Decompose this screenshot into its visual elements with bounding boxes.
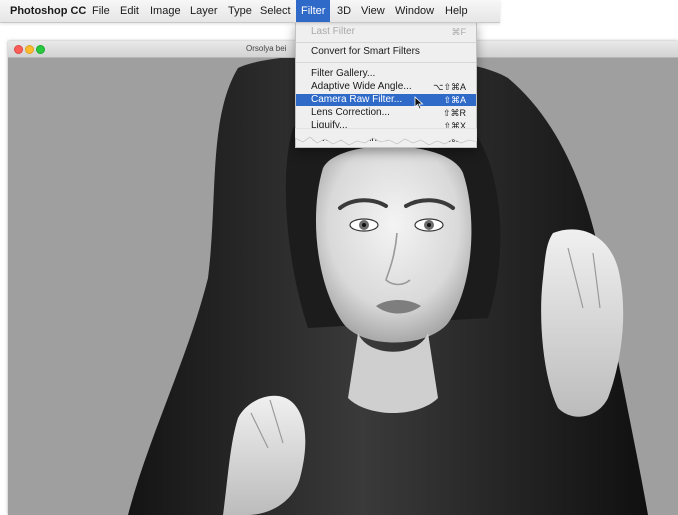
menu-item-label: Last Filter bbox=[311, 26, 355, 37]
menu-item-shortcut: ⌥⇧⌘A bbox=[433, 82, 466, 92]
menu-item-label: Filter Gallery... bbox=[311, 68, 376, 79]
menu-filter[interactable]: Filter bbox=[296, 0, 331, 22]
menu-type[interactable]: Type bbox=[228, 0, 252, 22]
menu-item-lens-correction[interactable]: Lens Correction... ⇧⌘R bbox=[296, 107, 476, 119]
menu-item-camera-raw-filter[interactable]: Camera Raw Filter... ⇧⌘A bbox=[296, 94, 476, 106]
menu-item-filter-gallery[interactable]: Filter Gallery... bbox=[296, 68, 476, 80]
menu-edit[interactable]: Edit bbox=[120, 0, 139, 22]
menu-app-name[interactable]: Photoshop CC bbox=[10, 0, 86, 22]
menu-file[interactable]: File bbox=[92, 0, 110, 22]
menu-select[interactable]: Select bbox=[260, 0, 291, 22]
document-title: Orsolya bei bbox=[246, 44, 287, 53]
menu-3d[interactable]: 3D bbox=[337, 0, 351, 22]
window-minimize-button[interactable] bbox=[25, 45, 34, 54]
menu-item-label: Camera Raw Filter... bbox=[311, 94, 403, 105]
menu-item-label: Lens Correction... bbox=[311, 107, 390, 118]
menu-separator bbox=[296, 42, 476, 43]
menu-item-shortcut: ⌘F bbox=[451, 27, 467, 37]
menu-item-shortcut: ⇧⌘A bbox=[443, 95, 466, 105]
menu-image[interactable]: Image bbox=[150, 0, 181, 22]
menu-window[interactable]: Window bbox=[395, 0, 434, 22]
menu-item-shortcut: ⇧⌘R bbox=[442, 108, 466, 118]
window-close-button[interactable] bbox=[14, 45, 23, 54]
menu-bar: Photoshop CC File Edit Image Layer Type … bbox=[0, 0, 500, 23]
window-zoom-button[interactable] bbox=[36, 45, 45, 54]
torn-edge-decoration bbox=[295, 128, 477, 146]
mouse-pointer-icon bbox=[414, 96, 424, 110]
menu-view[interactable]: View bbox=[361, 0, 385, 22]
menu-item-label: Adaptive Wide Angle... bbox=[311, 81, 412, 92]
menu-separator bbox=[296, 62, 476, 63]
menu-item-convert-smart-filters[interactable]: Convert for Smart Filters bbox=[296, 46, 476, 58]
menu-item-label: Convert for Smart Filters bbox=[311, 46, 420, 57]
menu-item-adaptive-wide-angle[interactable]: Adaptive Wide Angle... ⌥⇧⌘A bbox=[296, 81, 476, 93]
menu-item-last-filter: Last Filter ⌘F bbox=[296, 26, 476, 38]
menu-help[interactable]: Help bbox=[445, 0, 468, 22]
menu-layer[interactable]: Layer bbox=[190, 0, 218, 22]
